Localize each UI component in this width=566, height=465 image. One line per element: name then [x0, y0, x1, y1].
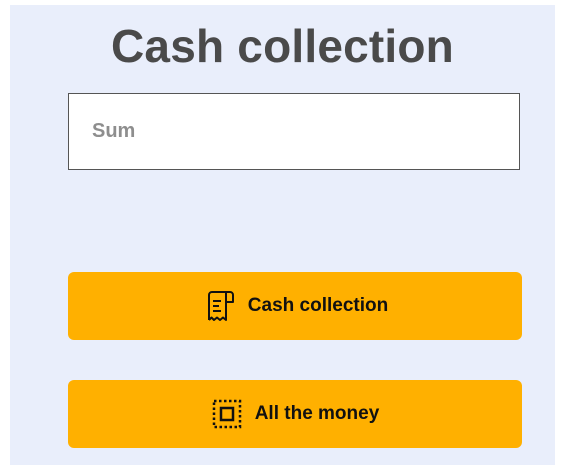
select-all-icon: [211, 398, 243, 430]
sum-input[interactable]: [69, 94, 519, 169]
page-title: Cash collection: [111, 20, 454, 72]
cash-collection-button[interactable]: Cash collection: [68, 272, 522, 340]
receipt-icon: [202, 289, 236, 323]
sum-field[interactable]: [68, 93, 520, 170]
cash-collection-screen: Cash collection Cash collection All the …: [10, 5, 555, 465]
cash-collection-label: Cash collection: [247, 295, 389, 316]
all-money-label: All the money: [254, 403, 380, 424]
all-money-button[interactable]: All the money: [68, 380, 522, 448]
